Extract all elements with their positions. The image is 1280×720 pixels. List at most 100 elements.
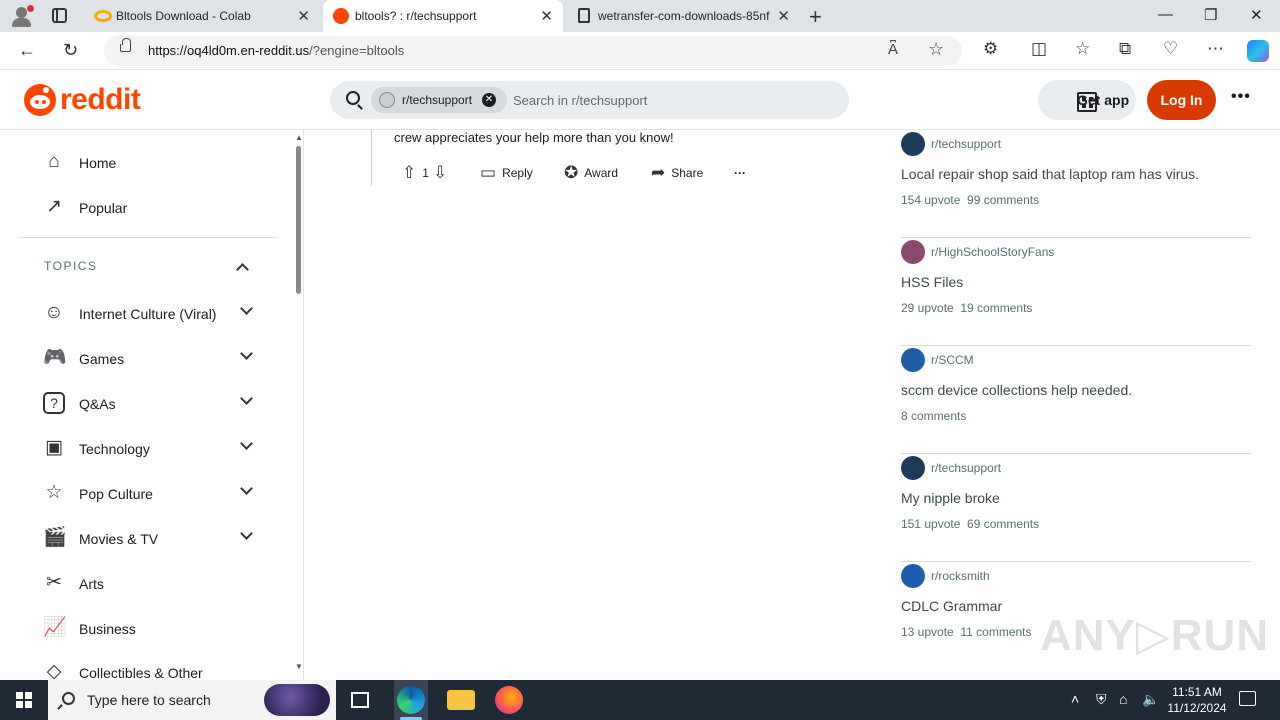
post-subreddit[interactable]: r/HighSchoolStoryFans bbox=[931, 245, 1054, 259]
sidebar-item-arts[interactable]: ✂ Arts bbox=[40, 562, 270, 606]
award-icon: ✪ bbox=[564, 163, 579, 182]
search-bar[interactable]: r/techsupport ✕ Search in r/techsupport bbox=[330, 81, 849, 119]
chevron-down-icon[interactable] bbox=[240, 482, 253, 495]
read-aloud-icon[interactable]: A͆ bbox=[888, 41, 898, 58]
remove-chip-icon[interactable]: ✕ bbox=[482, 93, 496, 107]
post-subreddit[interactable]: r/rocksmith bbox=[931, 569, 990, 583]
extensions-icon[interactable]: ⚙ bbox=[983, 39, 998, 59]
related-post[interactable]: r/techsupport My nipple broke 151 upvote… bbox=[901, 454, 1251, 562]
favorites-icon[interactable]: ☆ bbox=[1075, 39, 1090, 59]
reload-button[interactable]: ↻ bbox=[63, 40, 78, 61]
sidebar-item-collectibles[interactable]: ◇ Collectibles & Other bbox=[40, 651, 270, 680]
browser-essentials-icon[interactable]: ♡ bbox=[1163, 39, 1178, 59]
post-title[interactable]: HSS Files bbox=[901, 274, 963, 290]
topics-heading[interactable]: TOPICS bbox=[44, 259, 97, 273]
sidebar-item-popular[interactable]: ↗ Popular bbox=[40, 186, 270, 230]
new-tab-button[interactable]: + bbox=[809, 4, 822, 30]
system-clock[interactable]: 11:51 AM 11/12/2024 bbox=[1162, 684, 1232, 716]
get-app-button[interactable]: Get app bbox=[1038, 80, 1136, 120]
collections-icon[interactable]: ⧉ bbox=[1119, 39, 1131, 59]
sidebar-item-internet-culture[interactable]: ☺ Internet Culture (Viral) bbox=[40, 292, 270, 336]
comment-thread-line[interactable] bbox=[371, 130, 372, 186]
tab-colab[interactable]: Bltools Download - Colab ✕ bbox=[84, 0, 320, 32]
tab-actions-icon[interactable] bbox=[52, 8, 67, 23]
taskbar-search[interactable]: Type here to search bbox=[48, 680, 336, 720]
reddit-logo[interactable]: reddit bbox=[24, 84, 141, 116]
lock-icon[interactable] bbox=[120, 38, 131, 52]
back-button[interactable]: ← bbox=[18, 40, 36, 61]
settings-more-icon[interactable]: ⋯ bbox=[1207, 39, 1224, 59]
subreddit-avatar[interactable] bbox=[901, 456, 925, 480]
edge-icon[interactable] bbox=[397, 686, 425, 714]
sidebar-scrollbar[interactable]: ▲ ▼ bbox=[294, 130, 303, 680]
chevron-down-icon[interactable] bbox=[240, 437, 253, 450]
sidebar-item-label: Arts bbox=[79, 576, 104, 592]
windows-start-icon[interactable] bbox=[16, 692, 32, 708]
search-input[interactable]: Search in r/techsupport bbox=[513, 93, 647, 108]
subreddit-avatar[interactable] bbox=[901, 132, 925, 156]
more-options-icon[interactable]: ••• bbox=[1231, 88, 1251, 106]
sidebar-item-technology[interactable]: ▣ Technology bbox=[40, 427, 270, 471]
post-subreddit[interactable]: r/techsupport bbox=[931, 461, 1001, 475]
network-icon[interactable]: ⌂ bbox=[1119, 691, 1127, 707]
post-subreddit[interactable]: r/techsupport bbox=[931, 137, 1001, 151]
maximize-button[interactable]: ❐ bbox=[1204, 6, 1217, 24]
chevron-down-icon[interactable] bbox=[240, 527, 253, 540]
post-subreddit[interactable]: r/SCCM bbox=[931, 353, 974, 367]
post-title[interactable]: CDLC Grammar bbox=[901, 598, 1002, 614]
subreddit-avatar[interactable] bbox=[901, 240, 925, 264]
related-post[interactable]: r/HighSchoolStoryFans HSS Files 29 upvot… bbox=[901, 238, 1251, 346]
reddit-header: reddit r/techsupport ✕ Search in r/techs… bbox=[0, 70, 1280, 130]
scroll-up-icon[interactable]: ▲ bbox=[295, 133, 303, 142]
chevron-down-icon[interactable] bbox=[240, 392, 253, 405]
window-close-button[interactable]: ✕ bbox=[1250, 6, 1263, 24]
tab-wetransfer[interactable]: wetransfer-com-downloads-85nf ✕ bbox=[566, 0, 800, 32]
upvote-icon[interactable]: ⇧ bbox=[402, 163, 416, 183]
comment-more-button[interactable]: ··· bbox=[734, 160, 746, 186]
chevron-down-icon[interactable] bbox=[240, 302, 253, 315]
split-screen-icon[interactable]: ◫ bbox=[1031, 39, 1047, 59]
chevron-up-icon[interactable] bbox=[236, 263, 249, 276]
log-in-button[interactable]: Log In bbox=[1147, 80, 1216, 120]
scroll-down-icon[interactable]: ▼ bbox=[295, 662, 303, 671]
sidebar-item-home[interactable]: ⌂ Home bbox=[40, 141, 270, 185]
notifications-icon[interactable] bbox=[1239, 691, 1256, 706]
url-field[interactable]: https://oq4ld0m.en-reddit.us/?engine=blt… bbox=[104, 36, 962, 66]
task-view-icon[interactable] bbox=[351, 692, 369, 708]
taskbar-search-input[interactable]: Type here to search bbox=[87, 692, 211, 708]
volume-icon[interactable]: 🔈 bbox=[1142, 691, 1159, 708]
sidebar-item-business[interactable]: 📈 Business bbox=[40, 607, 270, 651]
award-button[interactable]: ✪ Award bbox=[564, 160, 618, 186]
file-explorer-icon[interactable] bbox=[447, 690, 475, 710]
close-icon[interactable]: ✕ bbox=[297, 7, 310, 25]
post-title[interactable]: sccm device collections help needed. bbox=[901, 382, 1132, 398]
favorite-star-icon[interactable]: ☆ bbox=[928, 39, 944, 60]
profile-icon[interactable] bbox=[10, 5, 34, 27]
downvote-icon[interactable]: ⇩ bbox=[433, 163, 447, 183]
sidebar-item-pop-culture[interactable]: ☆ Pop Culture bbox=[40, 472, 270, 516]
reply-button[interactable]: ▭ Reply bbox=[480, 160, 533, 186]
related-post[interactable]: r/techsupport Local repair shop said tha… bbox=[901, 130, 1251, 238]
related-post[interactable]: r/SCCM sccm device collections help need… bbox=[901, 346, 1251, 454]
minimize-button[interactable]: — bbox=[1158, 6, 1173, 23]
share-button[interactable]: ➦ Share bbox=[651, 160, 703, 186]
close-icon[interactable]: ✕ bbox=[540, 7, 553, 25]
post-title[interactable]: Local repair shop said that laptop ram h… bbox=[901, 166, 1199, 182]
close-icon[interactable]: ✕ bbox=[777, 7, 790, 25]
show-hidden-icons[interactable]: ˄ bbox=[1071, 691, 1079, 707]
security-icon[interactable]: ⛨ bbox=[1096, 691, 1107, 708]
scrollbar-thumb[interactable] bbox=[296, 146, 301, 294]
copilot-icon[interactable] bbox=[1247, 40, 1269, 62]
firefox-icon[interactable] bbox=[495, 686, 523, 714]
tab-reddit[interactable]: bltools? : r/techsupport ✕ bbox=[323, 0, 563, 32]
sidebar-item-movies-tv[interactable]: 🎬 Movies & TV bbox=[40, 517, 270, 561]
vote-count: 1 bbox=[422, 166, 429, 180]
subreddit-avatar[interactable] bbox=[901, 564, 925, 588]
post-title[interactable]: My nipple broke bbox=[901, 490, 1000, 506]
sidebar-item-games[interactable]: 🎮 Games bbox=[40, 337, 270, 381]
sidebar-item-qas[interactable]: ? Q&As bbox=[40, 382, 270, 426]
chevron-down-icon[interactable] bbox=[240, 347, 253, 360]
subreddit-avatar[interactable] bbox=[901, 348, 925, 372]
subreddit-filter-chip[interactable]: r/techsupport ✕ bbox=[371, 87, 507, 113]
sidebar-item-label: Collectibles & Other bbox=[79, 665, 203, 680]
